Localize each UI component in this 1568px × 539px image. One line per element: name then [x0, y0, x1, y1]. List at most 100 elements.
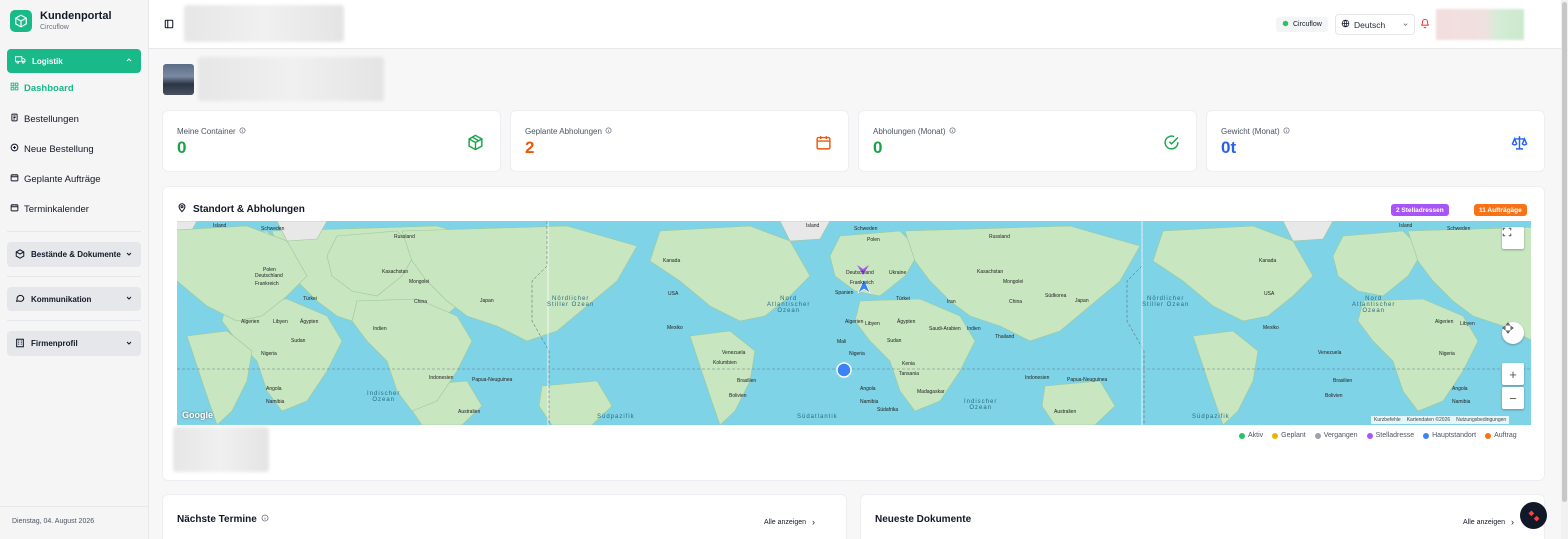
sidebar-item-label: Terminkalender — [24, 203, 89, 215]
sidebar-item-neue-bestellung[interactable]: Neue Bestellung — [10, 143, 94, 155]
divider — [7, 231, 141, 232]
google-logo: Google — [182, 410, 213, 420]
stat-value: 0t — [1221, 138, 1237, 157]
map-pin-icon — [177, 202, 187, 216]
page-scrollbar[interactable] — [1561, 0, 1568, 539]
camera-control-button[interactable] — [1502, 322, 1524, 344]
calendar-icon — [10, 203, 19, 215]
nav-group-firmenprofil[interactable]: Firmenprofil — [7, 331, 141, 356]
link-label: Alle anzeigen — [1463, 518, 1506, 526]
map-attribution-terms[interactable]: Nutzungsbedingungen — [1456, 417, 1506, 423]
recycle-icon — [1282, 20, 1289, 29]
calendar-icon — [815, 134, 832, 154]
chat-widget-icon — [1527, 509, 1540, 522]
info-icon[interactable] — [239, 127, 246, 136]
sidebar-item-terminkalender[interactable]: Terminkalender — [10, 203, 89, 215]
plus-circle-icon — [10, 143, 19, 155]
top-header: Circuflow Deutsch — [149, 0, 1568, 49]
organization-name: Circuflow — [1293, 21, 1322, 28]
redacted-info — [173, 427, 269, 472]
stat-value: 0 — [873, 138, 883, 157]
sidebar-item-geplante-auftraege[interactable]: Geplante Aufträge — [10, 173, 101, 185]
nav-group-bestaende[interactable]: Bestände & Dokumente — [7, 242, 141, 267]
language-value: Deutsch — [1354, 19, 1386, 30]
company-name-redacted — [198, 57, 384, 101]
dashboard-icon — [10, 82, 19, 94]
nav-group-label: Kommunikation — [31, 294, 92, 304]
main-location-marker — [836, 362, 852, 378]
truck-icon — [15, 54, 26, 68]
sidebar-item-label: Bestellungen — [24, 113, 79, 125]
show-all-appointments-link[interactable]: Alle anzeigen › — [764, 517, 815, 527]
order-count-badge: 11 Aufträgäge — [1474, 204, 1527, 216]
stat-label: Geplante Abholungen — [525, 127, 602, 136]
map-title: Standort & Abholungen — [193, 203, 305, 215]
chevron-down-icon — [1402, 20, 1409, 30]
link-label: Alle anzeigen — [764, 518, 807, 526]
user-menu-redacted[interactable] — [1436, 9, 1524, 40]
divider — [7, 276, 141, 277]
stat-value: 0 — [177, 138, 187, 157]
divider — [0, 506, 149, 507]
legend-label: Geplant — [1281, 432, 1306, 439]
chevron-down-icon — [125, 250, 133, 260]
pickup-address-count-badge: 2 Stelladressen — [1391, 204, 1449, 216]
page-title-redacted — [184, 5, 344, 42]
zoom-out-button[interactable]: − — [1502, 387, 1524, 409]
chevron-down-icon — [125, 294, 133, 304]
main-content: Meine Container 0 Geplante Abholungen 2 … — [149, 49, 1561, 539]
package-icon — [10, 10, 32, 32]
world-map[interactable]: Island Schweden Russland Polen Deutschla… — [177, 221, 1531, 425]
stat-card-container: Meine Container 0 — [162, 110, 501, 172]
chevron-right-icon: › — [1511, 517, 1515, 527]
stat-value: 2 — [525, 138, 535, 157]
map-canvas — [177, 221, 1531, 425]
chat-icon — [15, 292, 25, 306]
zoom-in-button[interactable]: + — [1502, 363, 1524, 385]
info-icon[interactable] — [949, 127, 956, 136]
sidebar-item-dashboard[interactable]: Dashboard — [10, 82, 74, 94]
chat-widget-button[interactable] — [1520, 502, 1547, 529]
map-attribution: Kurzbefehle Kartendaten ©2026 Nutzungsbe… — [1371, 416, 1510, 424]
map-attribution-shortcuts[interactable]: Kurzbefehle — [1374, 417, 1401, 423]
legend-label: Stelladresse — [1375, 432, 1415, 439]
organization-badge[interactable]: Circuflow — [1276, 17, 1328, 32]
brand-title: Kundenportal — [40, 10, 112, 22]
language-select[interactable]: Deutsch — [1335, 14, 1415, 35]
sidebar: Kundenportal Circuflow Logistik Dashboar… — [0, 0, 149, 539]
upcoming-appointments-card: Nächste Termine Alle anzeigen › — [162, 494, 847, 539]
show-all-documents-link[interactable]: Alle anzeigen › — [1463, 517, 1514, 527]
nav-group-logistik[interactable]: Logistik — [7, 49, 141, 73]
scrollbar-thumb[interactable] — [1562, 2, 1567, 502]
divider — [7, 320, 141, 321]
building-icon — [15, 337, 25, 351]
globe-icon — [1341, 19, 1350, 30]
bell-icon[interactable] — [1420, 18, 1430, 32]
legend-label: Aktiv — [1248, 432, 1264, 439]
info-icon[interactable] — [1283, 127, 1290, 136]
box-icon — [15, 248, 25, 262]
stat-card-pickups-month: Abholungen (Monat) 0 — [858, 110, 1197, 172]
sidebar-item-bestellungen[interactable]: Bestellungen — [10, 113, 79, 125]
info-icon[interactable] — [605, 127, 612, 136]
nav-group-label: Logistik — [32, 56, 63, 66]
sidebar-item-label: Dashboard — [24, 82, 74, 94]
nav-group-kommunikation[interactable]: Kommunikation — [7, 287, 141, 311]
sidebar-item-label: Geplante Aufträge — [24, 173, 101, 185]
sidebar-toggle-icon[interactable] — [164, 18, 174, 32]
legend-item: Aktiv — [1239, 432, 1263, 439]
legend-item: Auftrag — [1485, 432, 1517, 439]
card-title: Nächste Termine — [177, 514, 257, 525]
info-icon[interactable] — [261, 514, 269, 525]
chevron-right-icon: › — [812, 517, 816, 527]
fullscreen-button[interactable] — [1502, 227, 1524, 249]
legend-item: Hauptstandort — [1423, 432, 1476, 439]
brand-subtitle: Circuflow — [40, 24, 69, 31]
check-circle-icon — [1163, 134, 1180, 154]
map-card: Standort & Abholungen 2 Stelladressen 11… — [162, 186, 1545, 481]
brand[interactable]: Kundenportal Circuflow — [10, 10, 112, 32]
document-icon — [10, 113, 19, 125]
legend-item: Geplant — [1272, 432, 1306, 439]
box-icon — [467, 134, 484, 154]
map-legend: Aktiv Geplant Vergangen Stelladresse Hau… — [1239, 432, 1517, 439]
